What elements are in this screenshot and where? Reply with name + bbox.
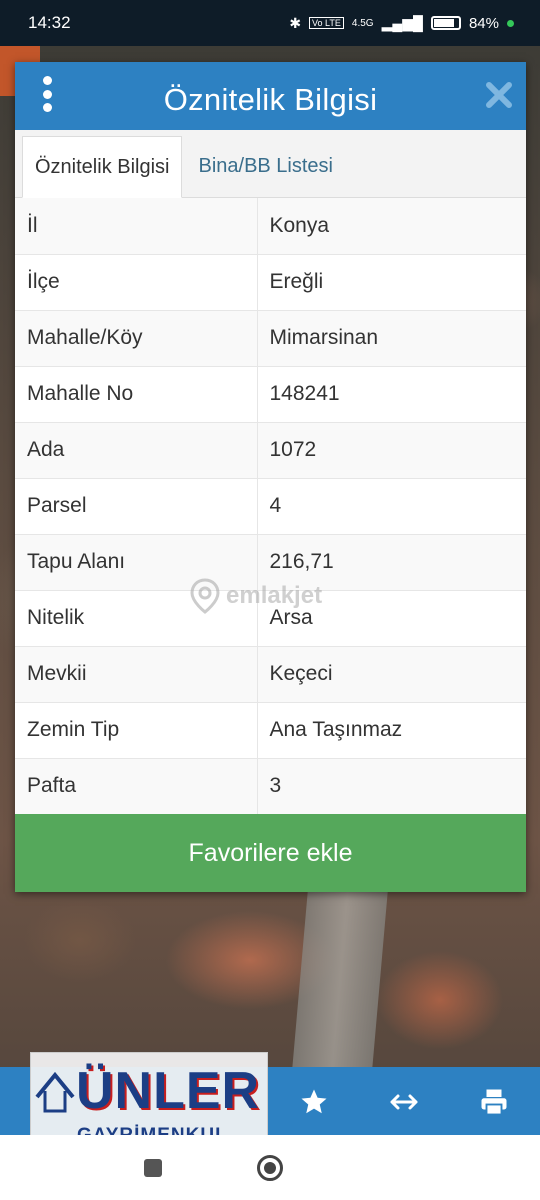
logo-title: ÜNLER <box>76 1062 261 1120</box>
row-key: Nitelik <box>15 590 258 647</box>
table-row: İl Konya <box>15 198 526 255</box>
tab-bar: Öznitelik Bilgisi Bina/BB Listesi <box>15 130 526 198</box>
system-nav-bar <box>0 1135 540 1200</box>
table-row: Mahalle No 148241 <box>15 366 526 423</box>
tab-attribute-info[interactable]: Öznitelik Bilgisi <box>22 136 183 198</box>
row-value: Konya <box>257 198 526 255</box>
table-row: Nitelik Arsa <box>15 590 526 647</box>
table-row: Zemin Tip Ana Taşınmaz <box>15 702 526 759</box>
row-value: Keçeci <box>257 646 526 703</box>
row-key: Mahalle No <box>15 366 258 423</box>
close-icon[interactable] <box>486 82 512 108</box>
row-key: İl <box>15 198 258 255</box>
recents-button[interactable] <box>144 1159 162 1177</box>
table-row: Parsel 4 <box>15 478 526 535</box>
row-value: 216,71 <box>257 534 526 591</box>
attribute-dialog: Öznitelik Bilgisi Öznitelik Bilgisi Bina… <box>15 62 526 892</box>
table-row: Pafta 3 <box>15 758 526 815</box>
row-value: Ereğli <box>257 254 526 311</box>
row-key: Mevkii <box>15 646 258 703</box>
signal-icon: ▂▄▆█ <box>381 14 423 31</box>
dialog-header: Öznitelik Bilgisi <box>15 62 526 130</box>
map-road <box>292 890 388 1070</box>
privacy-indicator-icon <box>507 19 514 27</box>
attribute-table: İl Konya İlçe Ereğli Mahalle/Köy Mimarsinan… <box>15 198 526 815</box>
table-row: İlçe Ereğli <box>15 254 526 311</box>
row-value: 3 <box>257 758 526 815</box>
house-icon <box>35 1071 75 1113</box>
row-key: Ada <box>15 422 258 479</box>
status-icons: ✱ Vo LTE 4.5G ▂▄▆█ 84% <box>289 15 514 32</box>
print-icon[interactable] <box>479 1087 509 1117</box>
more-options-icon[interactable] <box>41 76 53 112</box>
arrows-horizontal-icon[interactable] <box>389 1087 419 1117</box>
status-time: 14:32 <box>28 13 71 32</box>
row-value: 1072 <box>257 422 526 479</box>
network-type-label: 4.5G <box>351 17 374 29</box>
table-row: Tapu Alanı 216,71 <box>15 534 526 591</box>
star-icon[interactable] <box>299 1087 329 1117</box>
home-button[interactable] <box>257 1155 283 1181</box>
bluetooth-icon: ✱ <box>289 14 302 31</box>
row-key: Mahalle/Köy <box>15 310 258 367</box>
row-value: Ana Taşınmaz <box>257 702 526 759</box>
row-value: 148241 <box>257 366 526 423</box>
row-key: İlçe <box>15 254 258 311</box>
table-row: Mevkii Keçeci <box>15 646 526 703</box>
status-bar: 14:32 ✱ Vo LTE 4.5G ▂▄▆█ 84% <box>0 0 540 46</box>
row-key: Pafta <box>15 758 258 815</box>
table-row: Mahalle/Köy Mimarsinan <box>15 310 526 367</box>
row-key: Parsel <box>15 478 258 535</box>
table-row: Ada 1072 <box>15 422 526 479</box>
row-key: Zemin Tip <box>15 702 258 759</box>
row-value: Arsa <box>257 590 526 647</box>
row-value: Mimarsinan <box>257 310 526 367</box>
add-to-favorites-button[interactable]: Favorilere ekle <box>15 814 526 892</box>
battery-icon <box>430 16 461 30</box>
dialog-title: Öznitelik Bilgisi <box>163 82 378 117</box>
row-key: Tapu Alanı <box>15 534 258 591</box>
row-value: 4 <box>257 478 526 535</box>
tab-building-list[interactable]: Bina/BB Listesi <box>182 135 345 197</box>
volte-icon: Vo LTE <box>309 17 344 29</box>
battery-level: 84% <box>468 14 499 32</box>
